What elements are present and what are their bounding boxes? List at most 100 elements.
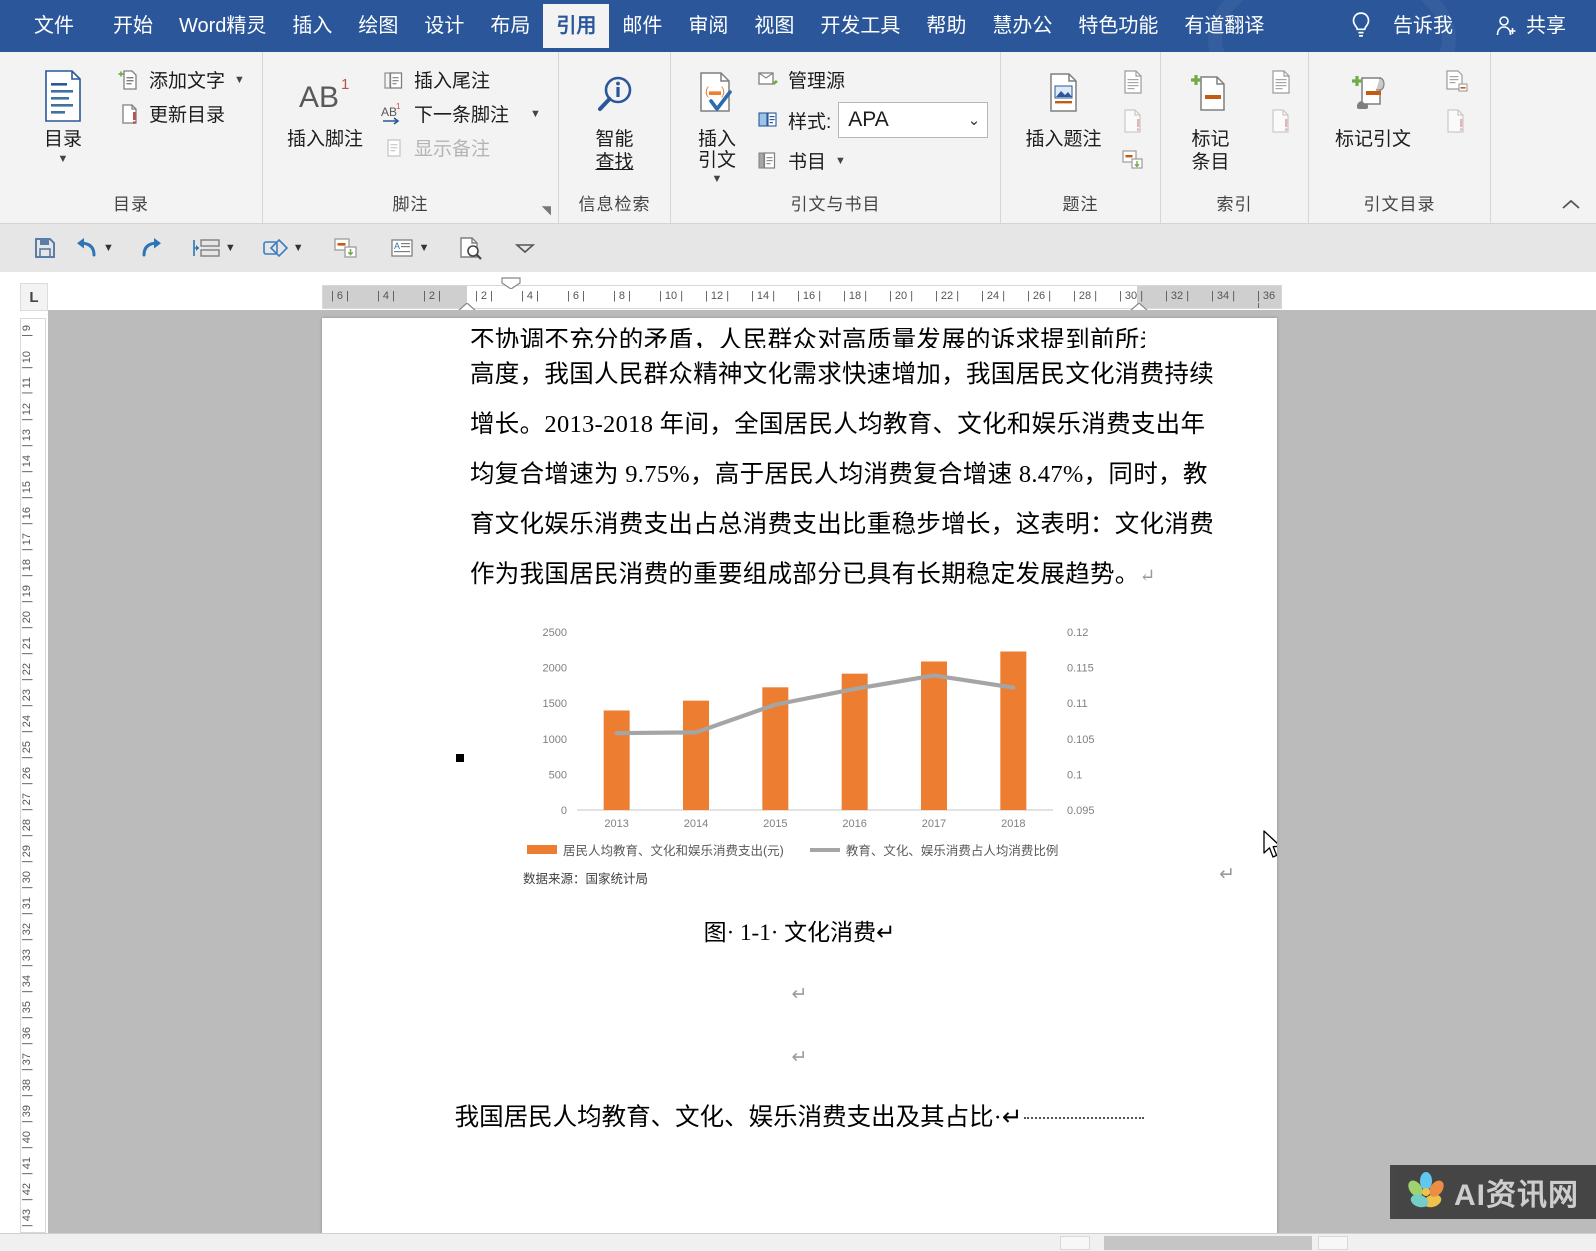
first-line-indent-marker[interactable] bbox=[500, 277, 522, 289]
scroll-right-button[interactable] bbox=[1318, 1236, 1348, 1250]
menu-item-help[interactable]: 帮助 bbox=[913, 7, 979, 45]
collapse-ribbon-button[interactable] bbox=[1560, 198, 1582, 217]
chevron-down-icon[interactable]: ▼ bbox=[835, 155, 846, 167]
customize-qat-icon[interactable] bbox=[506, 232, 544, 264]
chevron-down-icon[interactable]: ▼ bbox=[293, 242, 304, 254]
ruler-tick: | 41 bbox=[21, 1157, 33, 1176]
menu-item-view[interactable]: 视图 bbox=[741, 7, 807, 45]
manage-sources-button[interactable]: 管理源 bbox=[755, 66, 988, 93]
menu-item-home[interactable]: 开始 bbox=[100, 7, 166, 45]
style-label: 样式: bbox=[788, 111, 832, 133]
chevron-down-icon[interactable]: ▼ bbox=[419, 242, 430, 254]
chevron-down-icon[interactable]: ▼ bbox=[712, 173, 723, 185]
chart-object[interactable]: 0 500 1000 1500 2000 2500 0.095 0.1 0.105 0.11 0.… bbox=[515, 618, 1115, 886]
chevron-down-icon[interactable]: ▼ bbox=[225, 242, 236, 254]
next-footnote-button[interactable]: AB 1 下一条脚注 ▼ bbox=[381, 100, 541, 127]
menu-item-file[interactable]: 文件 bbox=[0, 7, 100, 45]
update-table-icon[interactable] bbox=[1120, 107, 1148, 137]
save-icon[interactable] bbox=[26, 232, 64, 264]
add-text-button[interactable]: 添加文字 ▼ bbox=[116, 66, 245, 93]
share-person-icon bbox=[1494, 13, 1520, 39]
ruler-tick: | 32 | bbox=[1165, 290, 1190, 302]
tab-stop-selector[interactable]: L bbox=[20, 283, 48, 311]
menu-item-special-features[interactable]: 特色功能 bbox=[1065, 7, 1171, 45]
menu-item-tell-me[interactable]: 告诉我 bbox=[1380, 7, 1466, 45]
ruler-tick: | 18 bbox=[21, 559, 33, 578]
chevron-down-icon[interactable]: ▼ bbox=[530, 108, 541, 120]
update-table-of-authorities-icon[interactable] bbox=[1443, 107, 1471, 137]
show-notes-button[interactable]: 显示备注 bbox=[381, 134, 541, 161]
mark-entry-label-line1: 标记 bbox=[1191, 129, 1230, 150]
menu-item-word-wizard[interactable]: Word精灵 bbox=[166, 7, 279, 45]
add-text-icon bbox=[116, 67, 142, 93]
paragraph-spacing-icon[interactable]: ▼ bbox=[186, 232, 242, 264]
citation-small-buttons: 管理源 样式: APA ⌄ 书目 ▼ bbox=[755, 62, 989, 174]
insert-caption-button[interactable]: 插入题注 bbox=[1013, 62, 1114, 153]
insert-citation-button[interactable]: (▬) 插入引文 ▼ bbox=[689, 62, 745, 187]
shapes-merge-icon[interactable]: ▼ bbox=[254, 232, 310, 264]
ruler-tick: | 22 | bbox=[935, 290, 960, 302]
caption-icon-stack bbox=[1114, 62, 1148, 176]
manage-sources-icon bbox=[755, 67, 781, 93]
menu-item-design[interactable]: 设计 bbox=[411, 7, 477, 45]
smart-lookup-button[interactable]: 智能 查找 bbox=[571, 62, 658, 175]
mark-entry-button[interactable]: 标记 条目 bbox=[1173, 62, 1248, 175]
scrollbar-thumb[interactable] bbox=[1104, 1236, 1312, 1250]
chevron-down-icon[interactable]: ▼ bbox=[103, 242, 114, 254]
insert-caption-label: 插入题注 bbox=[1025, 129, 1102, 150]
ruler-tick: | 9 bbox=[21, 325, 33, 338]
menu-item-review[interactable]: 审阅 bbox=[675, 7, 741, 45]
chevron-down-icon[interactable]: ▼ bbox=[234, 74, 245, 86]
mark-entry-icon bbox=[1188, 64, 1234, 128]
cross-reference-icon[interactable] bbox=[326, 232, 366, 264]
undo-icon[interactable]: ▼ bbox=[66, 232, 120, 264]
insert-endnote-button[interactable]: 插入尾注 bbox=[381, 66, 541, 93]
insert-citation-icon: (▬) bbox=[691, 64, 743, 128]
ribbon-group-label-index: 索引 bbox=[1216, 195, 1253, 214]
ruler-tick: | 34 | bbox=[1211, 290, 1236, 302]
menu-item-layout[interactable]: 布局 bbox=[477, 7, 543, 45]
menu-item-hui-office[interactable]: 慧办公 bbox=[979, 7, 1065, 45]
manage-sources-label: 管理源 bbox=[788, 71, 846, 92]
mark-entry-label-line2: 条目 bbox=[1191, 151, 1230, 173]
bottom-heading[interactable]: 我国居民人均教育、文化、娱乐消费支出及其占比·↵ bbox=[322, 1098, 1277, 1133]
menu-item-youdao-translate[interactable]: 有道翻译 bbox=[1171, 7, 1277, 45]
insert-footnote-icon: AB 1 bbox=[293, 64, 357, 128]
chevron-down-icon[interactable]: ▼ bbox=[58, 153, 69, 165]
document-page[interactable]: 不协调不充分的矛盾，人民群众对高质量发展的诉求提到前所未有的 高度，我国人民群众… bbox=[322, 318, 1277, 1238]
body-paragraph[interactable]: 不协调不充分的矛盾，人民群众对高质量发展的诉求提到前所未有的 高度，我国人民群众… bbox=[470, 318, 1214, 602]
add-text-label: 添加文字 bbox=[149, 71, 226, 92]
menu-item-mailings[interactable]: 邮件 bbox=[609, 7, 675, 45]
insert-footnote-button[interactable]: AB 1 插入脚注 bbox=[275, 62, 375, 153]
menu-item-references[interactable]: 引用 bbox=[543, 4, 610, 48]
update-index-icon[interactable] bbox=[1268, 107, 1296, 137]
insert-table-of-figures-icon[interactable] bbox=[1120, 68, 1148, 98]
chevron-down-icon[interactable]: ⌄ bbox=[968, 111, 981, 129]
ruler-tick: | 14 bbox=[21, 455, 33, 474]
text-box-icon[interactable]: A ▼ bbox=[382, 232, 436, 264]
ruler-tick: | 24 | bbox=[981, 290, 1006, 302]
print-preview-icon[interactable] bbox=[450, 232, 490, 264]
menu-item-draw[interactable]: 绘图 bbox=[345, 7, 411, 45]
toc-button[interactable]: 目录 ▼ bbox=[22, 62, 104, 167]
menu-item-insert[interactable]: 插入 bbox=[279, 7, 345, 45]
legend-label-bar: 居民人均教育、文化和娱乐消费支出(元) bbox=[563, 844, 784, 858]
update-toc-button[interactable]: 更新目录 bbox=[116, 100, 245, 127]
redo-icon[interactable] bbox=[132, 232, 172, 264]
mouse-cursor-icon bbox=[1263, 830, 1277, 858]
chart-bar bbox=[841, 673, 868, 810]
scroll-left-button[interactable] bbox=[1060, 1236, 1090, 1250]
menu-item-share[interactable]: 共享 bbox=[1524, 7, 1596, 45]
bibliography-button[interactable]: 书目 ▼ bbox=[755, 147, 988, 174]
dialog-launcher-icon[interactable]: ◥ bbox=[542, 203, 552, 217]
figure-caption[interactable]: 图· 1-1· 文化消费↵ bbox=[322, 913, 1277, 947]
chart-bar bbox=[603, 710, 630, 810]
cross-reference-icon[interactable] bbox=[1120, 146, 1148, 176]
mark-citation-button[interactable]: 标记引文 bbox=[1321, 62, 1425, 153]
vertical-ruler[interactable]: | 9 | 10 | 11 | 12 | 13 | 14 | 15 | 16 |… bbox=[20, 318, 46, 1233]
menu-item-developer[interactable]: 开发工具 bbox=[807, 7, 913, 45]
citation-style-select[interactable]: APA ⌄ bbox=[838, 102, 989, 138]
horizontal-scrollbar[interactable] bbox=[0, 1233, 1596, 1251]
insert-table-of-authorities-icon[interactable] bbox=[1443, 68, 1471, 98]
insert-index-icon[interactable] bbox=[1268, 68, 1296, 98]
